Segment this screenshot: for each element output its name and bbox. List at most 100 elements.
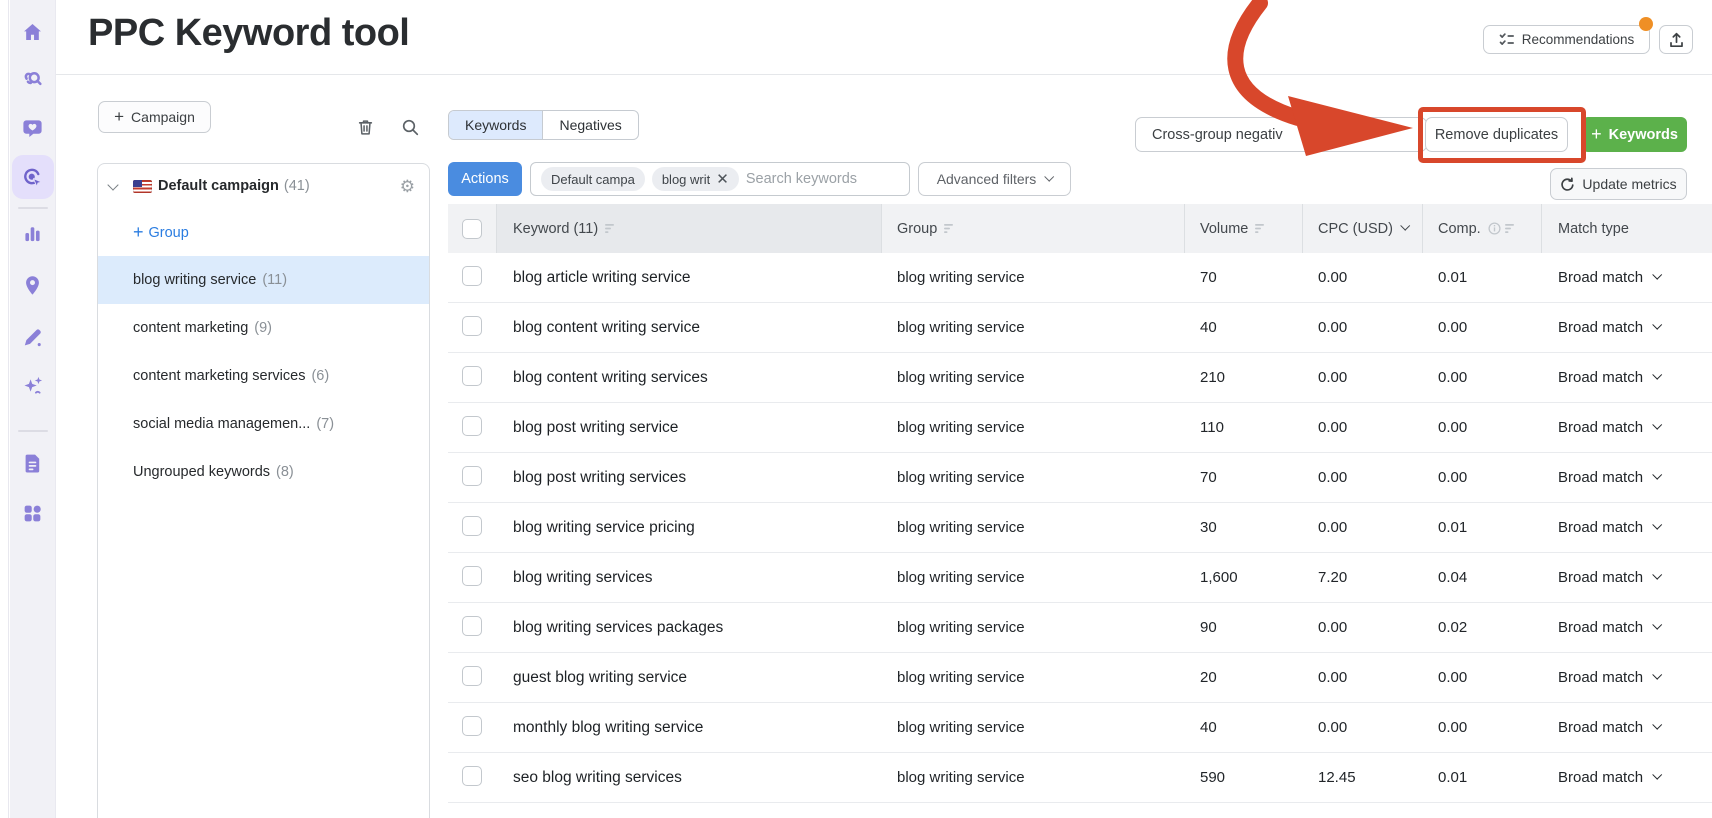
research-icon[interactable]: [13, 57, 53, 97]
row-checkbox[interactable]: [462, 665, 482, 686]
recommendations-button[interactable]: Recommendations: [1483, 25, 1650, 54]
match-type-dropdown[interactable]: Broad match: [1558, 719, 1712, 736]
group-item[interactable]: content marketing services (6): [98, 352, 429, 400]
tab-negatives[interactable]: Negatives: [542, 111, 637, 139]
keyword-cell: blog writing services packages: [513, 618, 724, 636]
campaign-count: (41): [283, 178, 310, 194]
keyword-cell: blog writing services: [513, 568, 653, 586]
match-type-dropdown[interactable]: Broad match: [1558, 569, 1712, 586]
search-keywords-input[interactable]: [745, 171, 899, 187]
cpc-cell: 0.00: [1318, 719, 1348, 736]
row-checkbox[interactable]: [462, 415, 482, 436]
row-checkbox[interactable]: [462, 565, 482, 586]
tab-keywords[interactable]: Keywords: [449, 111, 543, 139]
column-header-keyword[interactable]: Keyword (11): [497, 204, 882, 253]
table-row: monthly blog writing service blog writin…: [448, 703, 1712, 753]
comp-cell: 0.00: [1438, 719, 1468, 736]
match-type-dropdown[interactable]: Broad match: [1558, 669, 1712, 686]
match-type-dropdown[interactable]: Broad match: [1558, 319, 1712, 336]
location-pin-icon[interactable]: [13, 265, 53, 305]
keyword-cell: blog content writing service: [513, 318, 700, 336]
filter-chip-query[interactable]: blog writ ✕: [651, 167, 739, 191]
match-type-dropdown[interactable]: Broad match: [1558, 469, 1712, 486]
gear-icon[interactable]: ⚙: [400, 176, 415, 198]
apps-grid-icon[interactable]: [13, 493, 53, 533]
trash-icon[interactable]: [351, 113, 379, 141]
volume-cell: 20: [1200, 669, 1217, 686]
chevron-down-icon[interactable]: [1400, 220, 1411, 231]
group-item[interactable]: blog writing service (11): [98, 256, 429, 304]
chevron-down-icon: [1652, 419, 1663, 430]
match-type-dropdown[interactable]: Broad match: [1558, 769, 1712, 786]
group-name: content marketing services: [133, 368, 306, 384]
keywords-negatives-tabs: Keywords Negatives: [448, 110, 639, 140]
advanced-filters-button[interactable]: Advanced filters: [918, 162, 1071, 196]
ppc-tool-icon[interactable]: [13, 157, 53, 197]
table-row: blog writing services blog writing servi…: [448, 553, 1712, 603]
close-icon[interactable]: ✕: [716, 172, 729, 187]
chevron-down-icon: [1652, 469, 1663, 480]
match-type-dropdown[interactable]: Broad match: [1558, 269, 1712, 286]
ai-sparkles-icon[interactable]: [13, 365, 53, 405]
group-cell: blog writing service: [897, 419, 1025, 436]
cpc-cell: 0.00: [1318, 319, 1348, 336]
chevron-down-icon: [1652, 519, 1663, 530]
sidebar-divider: [18, 207, 48, 209]
edit-pencil-icon[interactable]: [13, 317, 53, 357]
update-metrics-button[interactable]: Update metrics: [1550, 168, 1687, 200]
column-header-volume[interactable]: Volume: [1185, 204, 1303, 253]
column-header-cpc[interactable]: CPC (USD): [1303, 204, 1423, 253]
select-all-checkbox-cell: [448, 204, 497, 253]
report-document-icon[interactable]: [13, 443, 53, 483]
match-type-dropdown[interactable]: Broad match: [1558, 419, 1712, 436]
keyword-search-box[interactable]: Default campa blog writ ✕: [530, 162, 910, 196]
actions-button[interactable]: Actions: [448, 162, 522, 196]
group-name: content marketing: [133, 320, 249, 336]
search-icon[interactable]: [396, 113, 424, 141]
row-checkbox[interactable]: [462, 615, 482, 636]
cpc-cell: 0.00: [1318, 619, 1348, 636]
group-cell: blog writing service: [897, 319, 1025, 336]
cross-group-negatives-button[interactable]: Cross-group negativ: [1135, 117, 1427, 152]
cpc-cell: 0.00: [1318, 519, 1348, 536]
row-checkbox[interactable]: [462, 765, 482, 786]
us-flag-icon: [133, 180, 152, 193]
chip-label: blog writ: [661, 171, 711, 187]
match-type-dropdown[interactable]: Broad match: [1558, 369, 1712, 386]
sort-icon: [605, 224, 615, 233]
comp-cell: 0.02: [1438, 619, 1468, 636]
social-feedback-icon[interactable]: [13, 108, 53, 148]
match-type-dropdown[interactable]: Broad match: [1558, 619, 1712, 636]
export-button[interactable]: [1659, 25, 1693, 54]
add-keywords-button[interactable]: + Keywords: [1582, 117, 1687, 152]
campaign-row[interactable]: Default campaign (41) ⚙: [98, 164, 429, 210]
row-checkbox[interactable]: [462, 715, 482, 736]
row-checkbox[interactable]: [462, 365, 482, 386]
remove-duplicates-button[interactable]: Remove duplicates: [1425, 117, 1568, 152]
column-header-group[interactable]: Group: [882, 204, 1185, 253]
row-checkbox[interactable]: [462, 265, 482, 286]
home-icon[interactable]: [13, 12, 53, 52]
comp-cell: 0.00: [1438, 419, 1468, 436]
comp-cell: 0.00: [1438, 319, 1468, 336]
keyword-cell: blog post writing services: [513, 468, 687, 486]
match-type-dropdown[interactable]: Broad match: [1558, 519, 1712, 536]
group-item[interactable]: Ungrouped keywords (8): [98, 448, 429, 496]
filter-chip-campaign[interactable]: Default campa: [541, 167, 645, 191]
volume-cell: 40: [1200, 719, 1217, 736]
group-item[interactable]: social media managemen... (7): [98, 400, 429, 448]
campaign-name: Default campaign: [158, 178, 279, 194]
table-row: blog post writing service blog writing s…: [448, 403, 1712, 453]
group-item[interactable]: content marketing (9): [98, 304, 429, 352]
chevron-down-icon[interactable]: [107, 179, 119, 191]
row-checkbox[interactable]: [462, 465, 482, 486]
column-header-comp[interactable]: Comp.: [1423, 204, 1542, 253]
select-all-checkbox[interactable]: [462, 218, 482, 239]
chevron-down-icon: [1652, 369, 1663, 380]
bar-chart-icon[interactable]: [13, 213, 53, 253]
row-checkbox[interactable]: [462, 515, 482, 536]
group-cell: blog writing service: [897, 669, 1025, 686]
row-checkbox[interactable]: [462, 315, 482, 336]
add-group-button[interactable]: + Group: [98, 210, 429, 256]
add-campaign-button[interactable]: + Campaign: [98, 101, 211, 133]
